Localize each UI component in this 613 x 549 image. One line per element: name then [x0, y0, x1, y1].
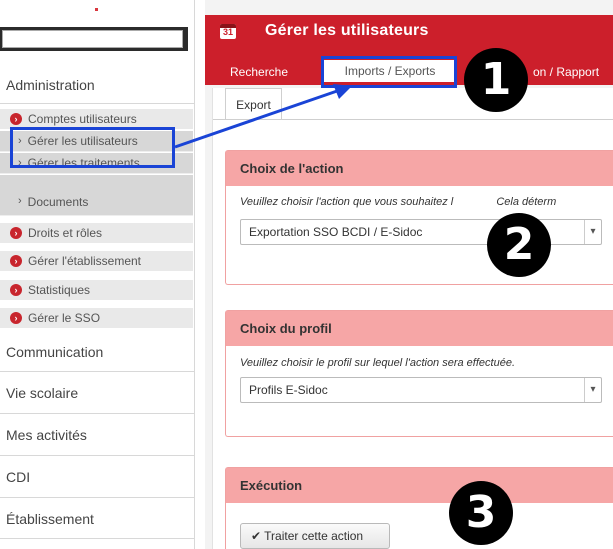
subtab-divider — [213, 119, 613, 120]
sidebar-item-statistiques[interactable]: › Statistiques — [0, 280, 193, 301]
search-input[interactable] — [2, 30, 183, 48]
sidebar-item-label: Droits et rôles — [28, 226, 103, 240]
chevron-down-icon: ▾ — [584, 378, 601, 402]
tab-recherche[interactable]: Recherche — [230, 61, 288, 83]
sidebar-item-label: Gérer l'établissement — [28, 254, 142, 268]
step-2-badge: 2 — [487, 213, 551, 277]
sidebar-item-droits-roles[interactable]: › Droits et rôles — [0, 223, 193, 244]
panel-title: Exécution — [226, 468, 613, 503]
sidebar-item-documents[interactable]: › Documents — [0, 175, 193, 216]
sidebar-search — [0, 27, 188, 51]
panel-execution: Exécution ✔ Traiter cette action — [225, 467, 613, 549]
sidebar-item-communication[interactable]: Communication — [0, 332, 195, 372]
sidebar-item-label: Gérer le SSO — [28, 311, 101, 325]
sidebar-item-vie-scolaire[interactable]: Vie scolaire — [0, 373, 195, 414]
subtab-export[interactable]: Export — [225, 88, 282, 120]
step-3-badge: 3 — [449, 481, 513, 545]
chevron-down-icon: ▾ — [584, 220, 601, 244]
page-title: Gérer les utilisateurs — [265, 22, 429, 39]
panel-title: Choix de l'action — [226, 151, 613, 186]
panel-hint: Veuillez choisir l'action que vous souha… — [240, 196, 557, 208]
chevron-right-icon: › — [10, 255, 22, 267]
decorative-dot — [95, 8, 98, 11]
select-value: Exportation SSO BCDI / E-Sidoc — [249, 225, 423, 239]
panel-choix-action: Choix de l'action Veuillez choisir l'act… — [225, 150, 613, 285]
sidebar-item-cdi[interactable]: CDI — [0, 457, 195, 498]
highlight-box-tab — [321, 56, 457, 88]
sidebar-item-label: Vie scolaire — [6, 385, 79, 401]
panel-hint: Veuillez choisir le profil sur lequel l'… — [240, 357, 515, 369]
sidebar-item-label: Statistiques — [28, 283, 91, 297]
chevron-right-icon: › — [10, 227, 22, 239]
sidebar-item-label: Comptes utilisateurs — [28, 112, 137, 126]
sidebar-item-label: Documents — [27, 195, 89, 209]
chevron-right-icon: › — [10, 312, 22, 324]
sidebar-item-mes-activites[interactable]: Mes activités — [0, 415, 195, 456]
execute-action-button[interactable]: ✔ Traiter cette action — [240, 523, 390, 549]
sidebar-item-gerer-etablissement[interactable]: › Gérer l'établissement — [0, 251, 193, 272]
sidebar-item-label: CDI — [6, 469, 31, 485]
sidebar-item-etablissement[interactable]: Établissement — [0, 499, 195, 539]
sidebar-item-label: Communication — [6, 343, 104, 360]
sidebar: Administration › Comptes utilisateurs › … — [0, 0, 195, 549]
chevron-right-icon: › — [18, 195, 22, 207]
tab-content: Export Choix de l'action Veuillez choisi… — [212, 88, 613, 549]
panel-choix-profil: Choix du profil Veuillez choisir le prof… — [225, 310, 613, 437]
chevron-right-icon: › — [10, 284, 22, 296]
sidebar-item-label: Mes activités — [6, 427, 87, 443]
sidebar-item-gerer-sso[interactable]: › Gérer le SSO — [0, 308, 193, 329]
select-value: Profils E-Sidoc — [249, 383, 328, 397]
highlight-box-sidebar — [10, 127, 175, 168]
sidebar-item-label: Administration — [6, 76, 95, 93]
calendar-icon: 31 — [220, 24, 236, 39]
sidebar-item-label: Établissement — [6, 510, 94, 527]
chevron-right-icon: › — [10, 113, 22, 125]
page-header: 31 Gérer les utilisateurs — [205, 15, 613, 59]
profil-select[interactable]: Profils E-Sidoc ▾ — [240, 377, 602, 403]
panel-title: Choix du profil — [226, 311, 613, 346]
tab-rapports[interactable]: on / Rapport — [533, 61, 599, 83]
sidebar-item-administration[interactable]: Administration — [0, 66, 195, 104]
step-1-badge: 1 — [464, 48, 528, 112]
